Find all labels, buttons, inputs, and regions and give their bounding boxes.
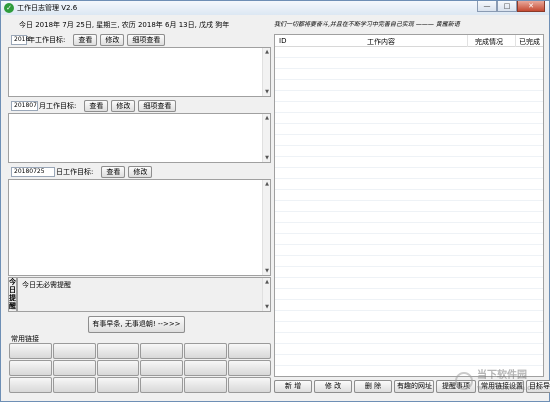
edit-button[interactable]: 修 改: [314, 380, 352, 393]
add-button[interactable]: 新 增: [274, 380, 312, 393]
day-goal-textarea[interactable]: ▲ ▼: [8, 179, 271, 276]
table-header: ID 工作内容 完成情况 已完成: [275, 35, 543, 47]
app-check-icon: ✓: [4, 3, 14, 13]
date-line: 今日 2018年 7月 25日, 星期三, 农历 2018年 6月 13日, 戊…: [19, 21, 230, 29]
year-detail-button[interactable]: 细项查看: [127, 34, 166, 46]
shortcut-button[interactable]: [184, 377, 228, 393]
day-goal-scrollbar[interactable]: ▲ ▼: [262, 180, 270, 275]
month-view-button[interactable]: 查看: [84, 100, 109, 112]
shortcut-button[interactable]: [140, 343, 184, 359]
scroll-down-icon[interactable]: ▼: [263, 155, 271, 161]
scroll-down-icon[interactable]: ▼: [263, 268, 271, 274]
day-goal-label: 日工作目标:: [56, 168, 94, 176]
shortcut-button[interactable]: [52, 360, 96, 376]
shortcut-button[interactable]: [228, 377, 271, 393]
day-view-button[interactable]: 查看: [101, 166, 126, 178]
shortcut-button[interactable]: [96, 360, 140, 376]
watermark-logo-icon: [455, 372, 473, 390]
dismiss-court-button[interactable]: 有事早条, 无事退朝! -->>>: [88, 316, 185, 333]
fun-sites-button[interactable]: 有趣的网址: [394, 380, 434, 393]
shortcut-button[interactable]: [9, 343, 52, 359]
day-goal-row: 20180725 日工作目标: 查看 修改: [11, 166, 155, 178]
month-goal-textarea[interactable]: ▲ ▼: [8, 113, 271, 163]
column-id[interactable]: ID: [279, 37, 286, 45]
reminder-box[interactable]: 今日无必需提醒 ▲ ▼: [17, 277, 271, 312]
day-input[interactable]: 20180725: [11, 167, 55, 177]
year-edit-button[interactable]: 修改: [100, 34, 125, 46]
scroll-down-icon[interactable]: ▼: [263, 89, 271, 95]
watermark: 当下软件园 www.downxia.com: [455, 370, 543, 393]
maximize-button[interactable]: □: [497, 1, 517, 12]
month-edit-button[interactable]: 修改: [111, 100, 136, 112]
shortcut-button[interactable]: [9, 377, 52, 393]
column-content[interactable]: 工作内容: [367, 37, 395, 47]
month-detail-button[interactable]: 细项查看: [138, 100, 177, 112]
watermark-title: 当下软件园: [477, 370, 527, 381]
month-goal-label: 月工作目标:: [39, 102, 77, 110]
shortcut-button[interactable]: [52, 343, 96, 359]
column-done[interactable]: 已完成: [519, 37, 540, 47]
year-goal-label: 年工作目标:: [28, 36, 66, 44]
month-goal-row: 201807 月工作目标: 查看 修改 细项查看: [11, 100, 179, 112]
shortcut-button[interactable]: [140, 377, 184, 393]
scroll-up-icon[interactable]: ▲: [263, 279, 271, 285]
watermark-url: www.downxia.com: [477, 384, 543, 392]
shortcut-button[interactable]: [9, 360, 52, 376]
close-button[interactable]: ✕: [517, 1, 545, 12]
reminder-text: 今日无必需提醒: [22, 281, 71, 289]
shortcut-button[interactable]: [96, 377, 140, 393]
window-title: 工作日志管理 V2.6: [17, 4, 78, 12]
day-edit-button[interactable]: 修改: [128, 166, 153, 178]
app-window: ✓ 工作日志管理 V2.6 — □ ✕ 今日 2018年 7月 25日, 星期三…: [0, 0, 550, 402]
motto-quote: 我们一切都将要奋斗,并且在不断学习中完善自己实现 ——— 黄雁新语: [274, 21, 460, 28]
shortcut-button[interactable]: [140, 360, 184, 376]
reminder-scrollbar[interactable]: ▲ ▼: [262, 278, 270, 311]
year-goal-scrollbar[interactable]: ▲ ▼: [262, 48, 270, 96]
shortcut-button[interactable]: [184, 360, 228, 376]
month-input[interactable]: 201807: [11, 101, 38, 111]
year-input[interactable]: 2018: [11, 35, 29, 45]
month-goal-scrollbar[interactable]: ▲ ▼: [262, 114, 270, 162]
year-view-button[interactable]: 查看: [73, 34, 98, 46]
common-links-grid: [9, 343, 271, 393]
year-goal-textarea[interactable]: ▲ ▼: [8, 47, 271, 97]
shortcut-button[interactable]: [184, 343, 228, 359]
column-divider: [467, 35, 468, 47]
task-table[interactable]: ID 工作内容 完成情况 已完成: [274, 34, 544, 377]
shortcut-button[interactable]: [228, 360, 271, 376]
shortcut-button[interactable]: [228, 343, 271, 359]
table-body: [275, 47, 543, 376]
column-divider: [515, 35, 516, 47]
delete-button[interactable]: 删 除: [354, 380, 392, 393]
scroll-up-icon[interactable]: ▲: [263, 115, 271, 121]
title-bar[interactable]: ✓ 工作日志管理 V2.6 — □ ✕: [1, 1, 549, 15]
year-goal-row: 2018 年工作目标: 查看 修改 细项查看: [11, 34, 168, 46]
shortcut-button[interactable]: [96, 343, 140, 359]
minimize-button[interactable]: —: [477, 1, 497, 12]
scroll-up-icon[interactable]: ▲: [263, 181, 271, 187]
scroll-up-icon[interactable]: ▲: [263, 49, 271, 55]
reminder-side-label: 今日提醒: [8, 277, 17, 312]
window-controls: — □ ✕: [477, 1, 545, 13]
shortcut-button[interactable]: [52, 377, 96, 393]
scroll-down-icon[interactable]: ▼: [263, 304, 271, 310]
column-status[interactable]: 完成情况: [475, 37, 503, 47]
